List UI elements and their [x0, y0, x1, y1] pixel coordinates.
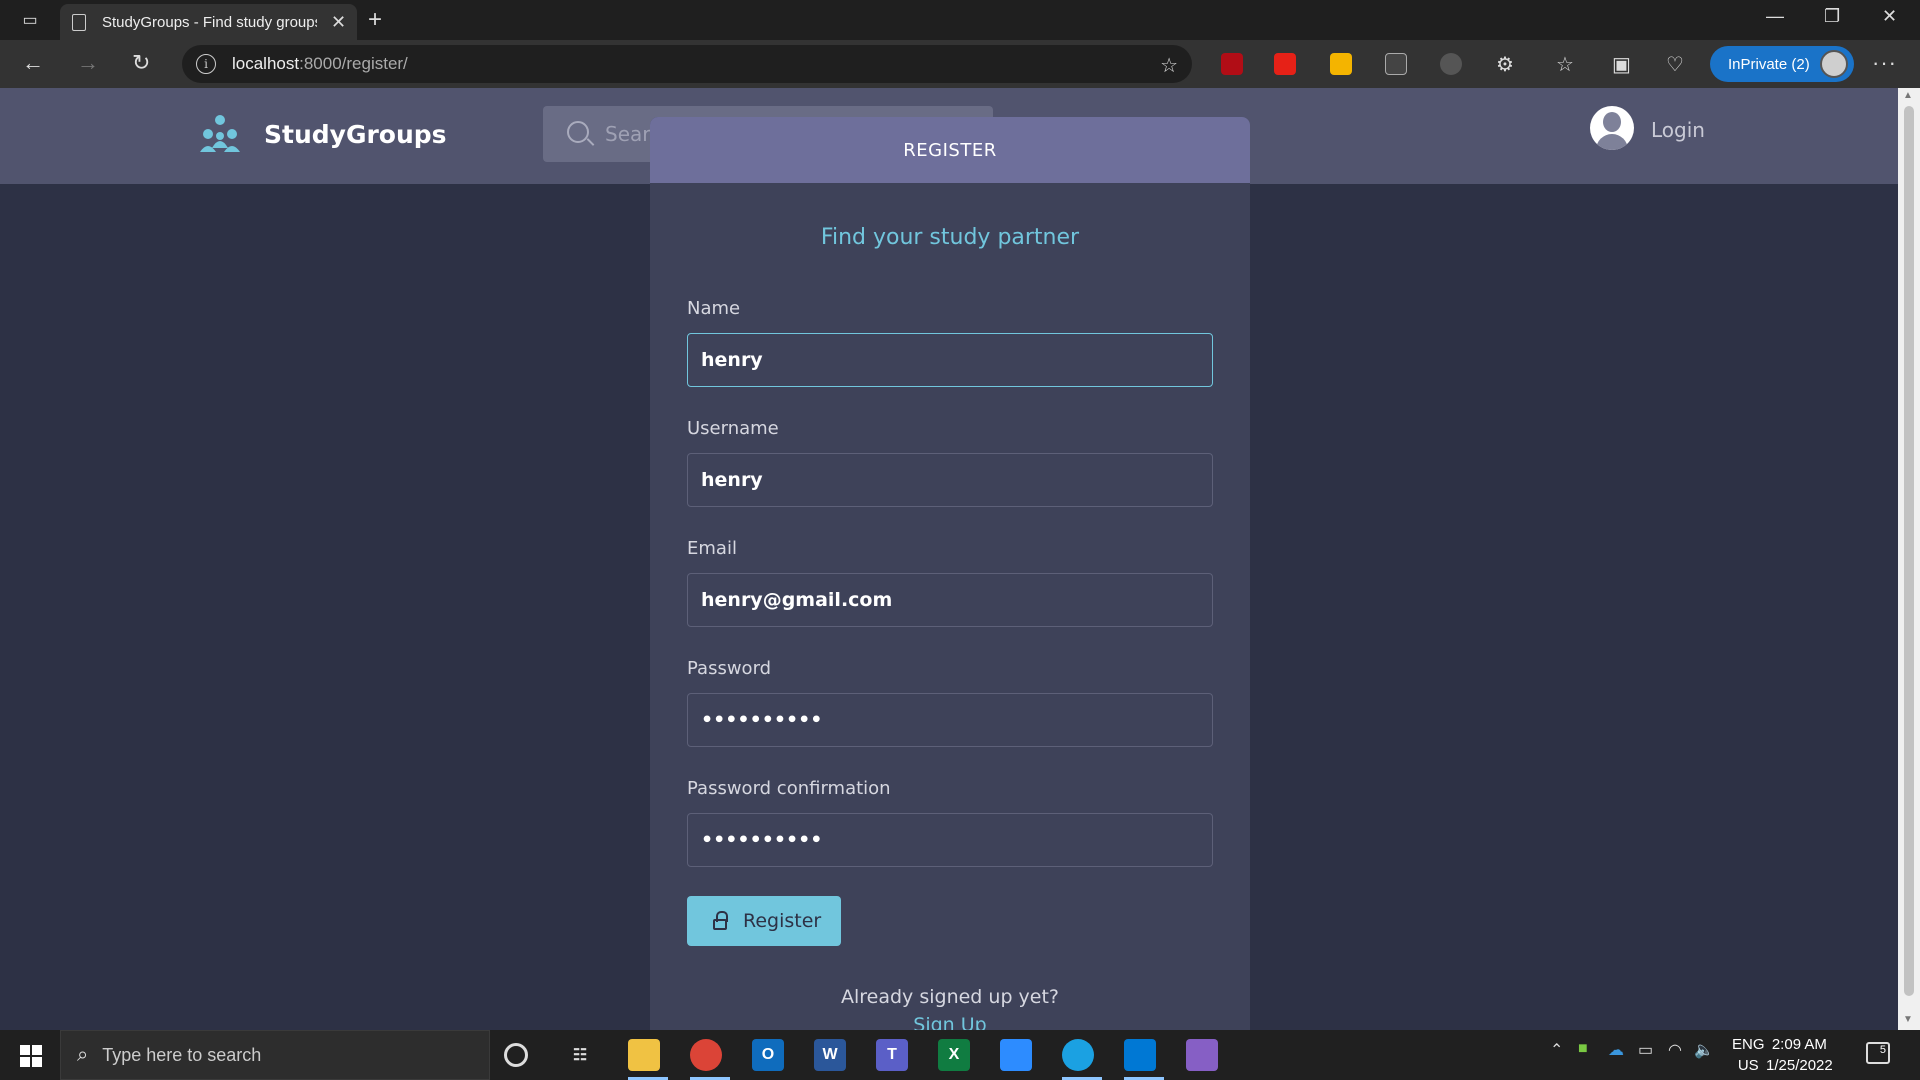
brand-name[interactable]: StudyGroups: [264, 120, 447, 149]
password-field[interactable]: [687, 693, 1213, 747]
sign-up-link[interactable]: Sign Up: [650, 1014, 1250, 1030]
register-button-label: Register: [743, 910, 822, 932]
taskbar-search[interactable]: ⌕ Type here to search: [60, 1030, 490, 1080]
page-icon: [72, 13, 86, 31]
minimize-icon[interactable]: —: [1766, 6, 1784, 27]
language-indicator[interactable]: ENG US: [1732, 1034, 1765, 1076]
ublock-icon[interactable]: [1221, 53, 1243, 75]
page-scrollbar[interactable]: ▲ ▼: [1898, 88, 1920, 1030]
register-card: REGISTER Find your study partner Name Us…: [650, 117, 1250, 1030]
battery-icon[interactable]: ▭: [1638, 1040, 1653, 1060]
windows-start-icon[interactable]: [20, 1045, 42, 1067]
teams-icon[interactable]: T: [876, 1039, 908, 1071]
email-label: Email: [687, 538, 737, 559]
scroll-down-icon[interactable]: ▼: [1903, 1014, 1913, 1025]
wifi-icon[interactable]: ◠: [1668, 1040, 1682, 1060]
back-icon[interactable]: ←: [22, 50, 44, 76]
browser-tab[interactable]: StudyGroups - Find study groups ✕: [60, 4, 357, 40]
username-label: Username: [687, 418, 779, 439]
extensions-icon[interactable]: ⚙: [1496, 52, 1514, 77]
clock[interactable]: 2:09 AM 1/25/2022: [1766, 1034, 1833, 1076]
youtube-icon[interactable]: [1274, 53, 1296, 75]
login-link[interactable]: Login: [1651, 118, 1705, 142]
url-host: localhost: [232, 54, 300, 73]
register-title: REGISTER: [650, 117, 1250, 183]
visual-studio-icon[interactable]: [1186, 1039, 1218, 1071]
notification-count: 5: [1879, 1044, 1886, 1056]
edge-icon[interactable]: [1062, 1039, 1102, 1080]
clock-date: 1/25/2022: [1766, 1057, 1833, 1074]
vscode-icon[interactable]: [1124, 1039, 1164, 1080]
new-tab-icon[interactable]: +: [368, 6, 382, 34]
name-label: Name: [687, 298, 741, 319]
region-code: US: [1737, 1057, 1759, 1074]
forward-icon[interactable]: →: [77, 50, 99, 76]
language-code: ENG: [1732, 1036, 1765, 1053]
profile-avatar: [1820, 50, 1848, 78]
nvidia-icon[interactable]: ■: [1578, 1040, 1588, 1058]
web-page: StudyGroups Login REGISTER Find your stu…: [0, 88, 1898, 1030]
avatar[interactable]: [1590, 106, 1634, 150]
windows-taskbar: ⌕ Type here to search ☷ O W T X ⌃ ■ ☁ ▭ …: [0, 1030, 1920, 1080]
collections-icon[interactable]: ▣: [1612, 52, 1631, 77]
refresh-icon[interactable]: ↻: [132, 50, 150, 76]
search-icon: [567, 121, 589, 143]
address-bar[interactable]: i localhost:8000/register/ ☆: [182, 45, 1192, 83]
more-options-icon[interactable]: ···: [1872, 50, 1897, 76]
chrome-icon[interactable]: [690, 1039, 730, 1080]
tab-close-icon[interactable]: ✕: [331, 12, 346, 33]
scroll-up-icon[interactable]: ▲: [1903, 90, 1913, 101]
browser-toolbar: ← → ↻ i localhost:8000/register/ ☆ ⚙ ☆ ▣…: [0, 40, 1920, 88]
task-view-icon[interactable]: ☷: [564, 1039, 596, 1071]
glasses-icon[interactable]: [1385, 53, 1407, 75]
url-text: localhost:8000/register/: [232, 54, 408, 74]
inprivate-label: InPrivate (2): [1728, 55, 1810, 73]
lock-icon: [713, 910, 728, 930]
favorites-icon[interactable]: ☆: [1556, 52, 1574, 77]
google-drive-icon[interactable]: [1330, 53, 1352, 75]
volume-muted-icon[interactable]: 🔈: [1694, 1040, 1714, 1060]
browser-tab-bar: ▭ StudyGroups - Find study groups ✕ + — …: [0, 0, 1920, 40]
onedrive-icon[interactable]: ☁: [1608, 1040, 1624, 1060]
username-field[interactable]: [687, 453, 1213, 507]
already-signed-up-text: Already signed up yet?: [840, 986, 1060, 1008]
url-path: :8000/register/: [299, 54, 408, 73]
file-explorer-icon[interactable]: [628, 1039, 668, 1080]
logo-icon[interactable]: [198, 114, 242, 154]
show-hidden-icons-icon[interactable]: ⌃: [1550, 1040, 1563, 1060]
excel-icon[interactable]: X: [938, 1039, 970, 1071]
register-button[interactable]: Register: [687, 896, 841, 946]
password-confirmation-field[interactable]: [687, 813, 1213, 867]
restore-icon[interactable]: ❐: [1824, 6, 1840, 27]
browser-essentials-icon[interactable]: ♡: [1666, 52, 1684, 77]
name-field[interactable]: [687, 333, 1213, 387]
email-field[interactable]: [687, 573, 1213, 627]
clock-time: 2:09 AM: [1771, 1036, 1827, 1053]
outlook-icon[interactable]: O: [752, 1039, 784, 1071]
notifications-icon[interactable]: 5: [1866, 1042, 1890, 1064]
site-info-icon[interactable]: i: [196, 54, 216, 74]
scroll-thumb[interactable]: [1904, 106, 1914, 996]
word-icon[interactable]: W: [814, 1039, 846, 1071]
cortana-icon[interactable]: [504, 1043, 528, 1067]
add-favorite-icon[interactable]: ☆: [1160, 53, 1178, 78]
close-window-icon[interactable]: ✕: [1882, 6, 1897, 27]
tagline: Find your study partner: [820, 225, 1080, 250]
tab-actions-icon[interactable]: ▭: [14, 8, 46, 32]
tab-title: StudyGroups - Find study groups: [102, 13, 317, 31]
search-icon: ⌕: [77, 1043, 89, 1066]
password-confirmation-label: Password confirmation: [687, 778, 891, 799]
zoom-icon[interactable]: [1000, 1039, 1032, 1071]
inprivate-button[interactable]: InPrivate (2): [1710, 46, 1854, 82]
taskbar-search-placeholder: Type here to search: [102, 1044, 262, 1065]
globe-icon[interactable]: [1440, 53, 1462, 75]
password-label: Password: [687, 658, 772, 679]
